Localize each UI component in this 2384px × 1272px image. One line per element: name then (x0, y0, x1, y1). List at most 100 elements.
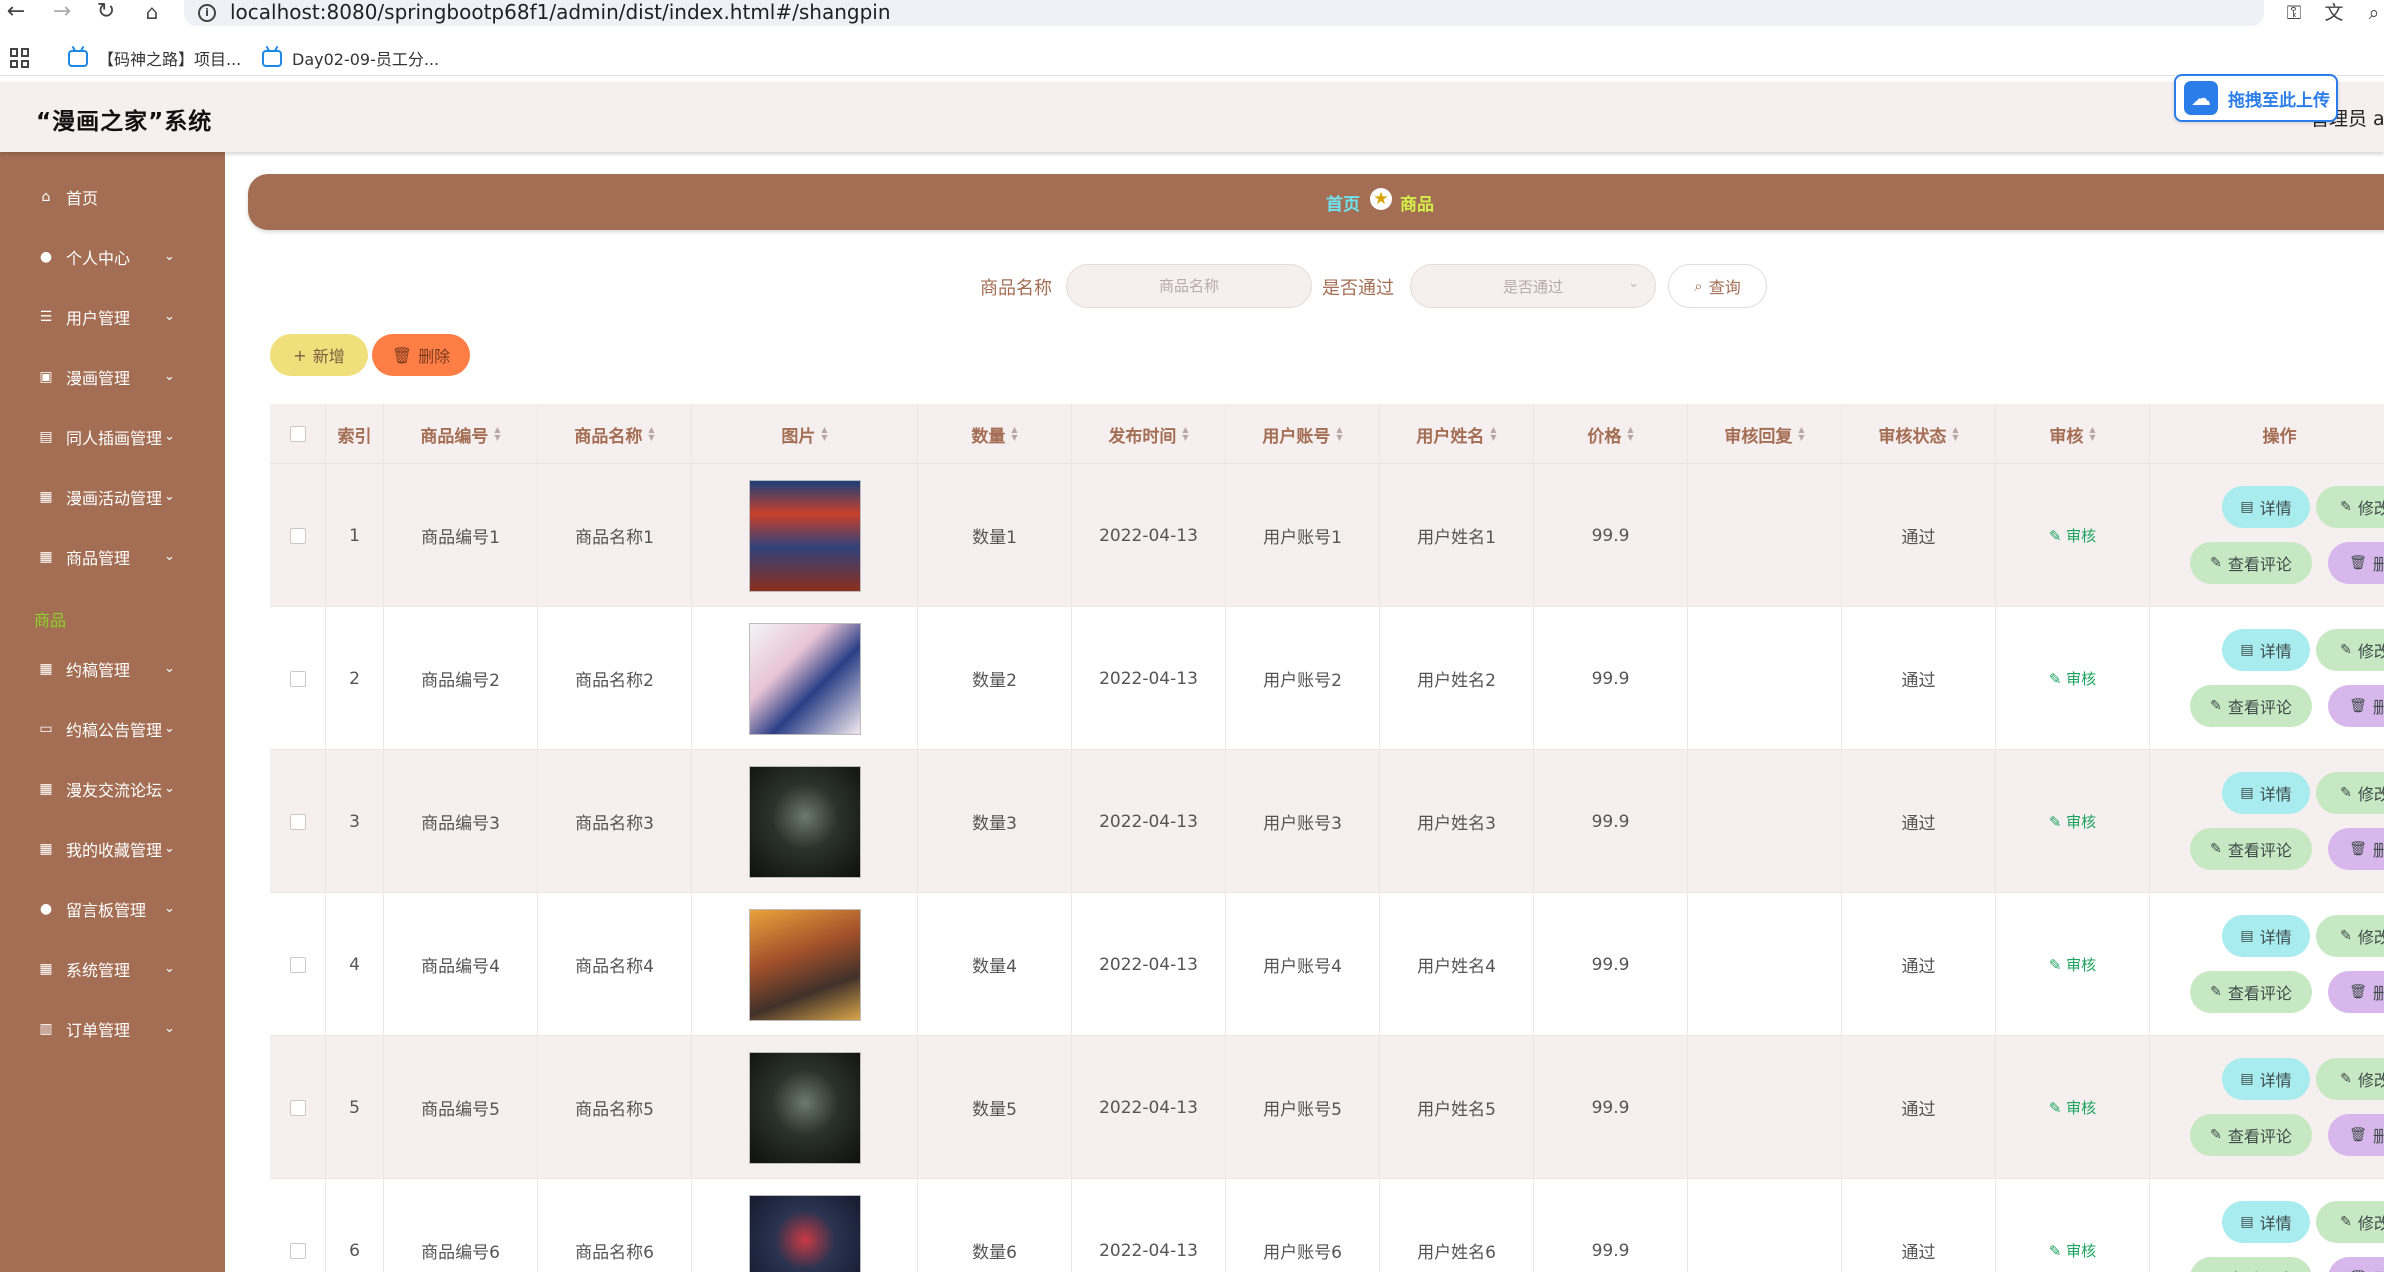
row-delete-button[interactable]: 🗑删除 (2328, 828, 2384, 870)
row-delete-button[interactable]: 🗑删除 (2328, 685, 2384, 727)
product-image[interactable] (748, 622, 861, 735)
column-header-status[interactable]: 审核状态 ▲ ▼ (1842, 404, 1996, 464)
row-edit-button[interactable]: ✎ 修改 (2316, 1201, 2384, 1243)
upload-widget[interactable]: ☁ 拖拽至此上传 (2174, 74, 2338, 122)
column-header-reply[interactable]: 审核回复 ▲ ▼ (1688, 404, 1842, 464)
row-checkbox[interactable] (289, 527, 306, 544)
bookmark-item[interactable]: Day02-09-员工分... (262, 44, 439, 72)
column-header-audit[interactable]: 审核 ▲ ▼ (1996, 404, 2150, 464)
row-review-button[interactable]: ✎查看评论 (2190, 685, 2312, 727)
row-checkbox[interactable] (289, 670, 306, 687)
sort-icon[interactable]: ▲ ▼ (1952, 426, 1958, 442)
row-delete-button[interactable]: 🗑删除 (2328, 1257, 2384, 1272)
row-edit-button[interactable]: ✎ 修改 (2316, 772, 2384, 814)
sidebar-item-announcements[interactable]: ▭ 约稿公告管理 ⌄ (0, 709, 225, 749)
search-icon[interactable]: ⌕ (2362, 1, 2384, 25)
sort-icon[interactable]: ▲ ▼ (1798, 426, 1804, 442)
row-detail-button[interactable]: ▤ 详情 (2222, 772, 2310, 814)
home-icon[interactable]: ⌂ (140, 1, 164, 25)
audit-link[interactable]: ✎ 审核 (2049, 525, 2096, 546)
row-checkbox[interactable] (289, 1099, 306, 1116)
breadcrumb-home[interactable]: 首页 (1326, 190, 1360, 215)
column-header-date[interactable]: 发布时间 ▲ ▼ (1072, 404, 1226, 464)
sort-icon[interactable]: ▲ ▼ (1011, 426, 1017, 442)
row-delete-button[interactable]: 🗑删除 (2328, 542, 2384, 584)
sidebar-item-favorites[interactable]: ▦ 我的收藏管理 ⌄ (0, 829, 225, 869)
product-image[interactable] (748, 479, 861, 592)
sidebar-item-messages[interactable]: ● 留言板管理 ⌄ (0, 889, 225, 929)
reload-icon[interactable]: ↻ (94, 1, 118, 25)
sort-icon[interactable]: ▲ ▼ (1627, 426, 1633, 442)
row-detail-button[interactable]: ▤ 详情 (2222, 1058, 2310, 1100)
row-detail-button[interactable]: ▤ 详情 (2222, 915, 2310, 957)
status-select[interactable]: 是否通过 ⌄ (1410, 264, 1656, 308)
row-checkbox[interactable] (289, 813, 306, 830)
apps-icon[interactable] (10, 48, 30, 68)
sidebar-subitem-goods[interactable]: 商品 (34, 607, 66, 631)
row-edit-button[interactable]: ✎ 修改 (2316, 486, 2384, 528)
back-icon[interactable]: ← (4, 1, 28, 25)
row-review-button[interactable]: ✎查看评论 (2190, 1114, 2312, 1156)
column-header-image[interactable]: 图片 ▲ ▼ (692, 404, 918, 464)
sidebar-item-comics[interactable]: ▣ 漫画管理 ⌄ (0, 357, 225, 397)
audit-link[interactable]: ✎ 审核 (2049, 1097, 2096, 1118)
key-icon[interactable]: ⚿ (2282, 1, 2306, 25)
row-detail-button[interactable]: ▤ 详情 (2222, 629, 2310, 671)
sort-icon[interactable]: ▲ ▼ (821, 426, 827, 442)
row-checkbox[interactable] (289, 1242, 306, 1259)
column-header-account[interactable]: 用户账号 ▲ ▼ (1226, 404, 1380, 464)
row-detail-button[interactable]: ▤ 详情 (2222, 486, 2310, 528)
sort-icon[interactable]: ▲ ▼ (648, 426, 654, 442)
sidebar-item-fanart[interactable]: ▤ 同人插画管理 ⌄ (0, 417, 225, 457)
row-detail-button[interactable]: ▤ 详情 (2222, 1201, 2310, 1243)
row-delete-button[interactable]: 🗑删除 (2328, 971, 2384, 1013)
row-edit-button[interactable]: ✎ 修改 (2316, 915, 2384, 957)
row-checkbox[interactable] (289, 956, 306, 973)
audit-link[interactable]: ✎ 审核 (2049, 1240, 2096, 1261)
sidebar-item-commissions[interactable]: ▦ 约稿管理 ⌄ (0, 649, 225, 689)
url-text[interactable]: localhost:8080/springbootp68f1/admin/dis… (230, 1, 891, 23)
row-review-button[interactable]: ✎查看评论 (2190, 828, 2312, 870)
sidebar-item-personal[interactable]: ● 个人中心 ⌄ (0, 237, 225, 277)
address-bar[interactable]: i localhost:8080/springbootp68f1/admin/d… (184, 0, 2264, 26)
row-review-button[interactable]: ✎查看评论 (2190, 542, 2312, 584)
sort-icon[interactable]: ▲ ▼ (1490, 426, 1496, 442)
column-header-qty[interactable]: 数量 ▲ ▼ (918, 404, 1072, 464)
sort-icon[interactable]: ▲ ▼ (1336, 426, 1342, 442)
sidebar-item-home[interactable]: ⌂ 首页 (0, 177, 225, 217)
sidebar-item-activities[interactable]: ▦ 漫画活动管理 ⌄ (0, 477, 225, 517)
audit-link[interactable]: ✎ 审核 (2049, 668, 2096, 689)
audit-link[interactable]: ✎ 审核 (2049, 811, 2096, 832)
row-edit-button[interactable]: ✎ 修改 (2316, 629, 2384, 671)
row-review-button[interactable]: ✎查看评论 (2190, 971, 2312, 1013)
column-header-username[interactable]: 用户姓名 ▲ ▼ (1380, 404, 1534, 464)
sidebar-item-system[interactable]: ▦ 系统管理 ⌄ (0, 949, 225, 989)
column-header-price[interactable]: 价格 ▲ ▼ (1534, 404, 1688, 464)
sort-icon[interactable]: ▲ ▼ (494, 426, 500, 442)
add-button[interactable]: + 新增 (270, 334, 368, 376)
row-delete-button[interactable]: 🗑删除 (2328, 1114, 2384, 1156)
sidebar-item-forum[interactable]: ▦ 漫友交流论坛 ⌄ (0, 769, 225, 809)
product-image[interactable] (748, 1194, 861, 1272)
product-image[interactable] (748, 1051, 861, 1164)
query-button[interactable]: ⌕ 查询 (1668, 264, 1767, 308)
product-image[interactable] (748, 765, 861, 878)
column-header-name[interactable]: 商品名称 ▲ ▼ (538, 404, 692, 464)
translate-icon[interactable]: 文 (2322, 1, 2346, 25)
row-edit-button[interactable]: ✎ 修改 (2316, 1058, 2384, 1100)
product-image[interactable] (748, 908, 861, 1021)
row-review-button[interactable]: ✎查看评论 (2190, 1257, 2312, 1272)
sidebar-item-users[interactable]: ☰ 用户管理 ⌄ (0, 297, 225, 337)
sidebar-item-goods[interactable]: ▦ 商品管理 ⌄ (0, 537, 225, 577)
bulk-delete-button[interactable]: 🗑 删除 (372, 334, 470, 376)
column-header-code[interactable]: 商品编号 ▲ ▼ (384, 404, 538, 464)
bookmark-item[interactable]: 【码神之路】项目... (68, 44, 241, 72)
forward-icon[interactable]: → (50, 1, 74, 25)
audit-link[interactable]: ✎ 审核 (2049, 954, 2096, 975)
info-icon[interactable]: i (198, 4, 216, 22)
search-name-input[interactable] (1066, 264, 1312, 308)
sort-icon[interactable]: ▲ ▼ (2089, 426, 2095, 442)
sort-icon[interactable]: ▲ ▼ (1182, 426, 1188, 442)
select-all-checkbox[interactable] (289, 426, 306, 442)
sidebar-item-orders[interactable]: ▥ 订单管理 ⌄ (0, 1009, 225, 1049)
